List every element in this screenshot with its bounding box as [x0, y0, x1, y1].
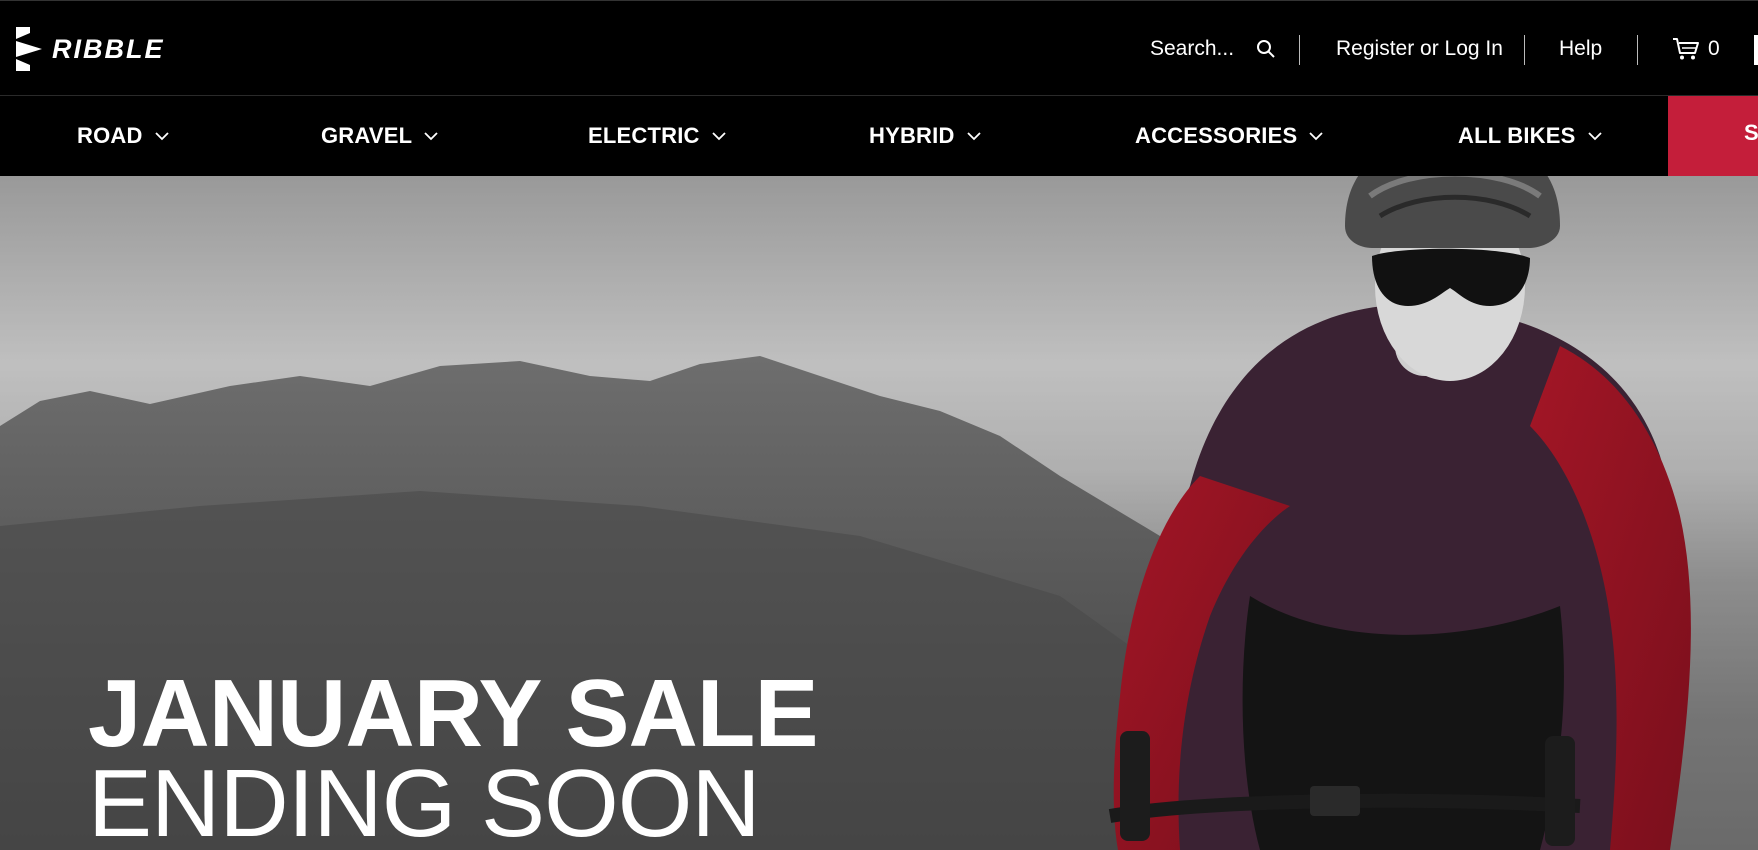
nav-item-label: HYBRID — [869, 123, 955, 148]
divider — [1299, 35, 1300, 65]
ribble-logo-icon — [16, 27, 42, 71]
nav-item-road[interactable]: ROAD — [77, 96, 169, 176]
nav-item-label: ALL BIKES — [1458, 123, 1576, 148]
nav-item-sale[interactable]: S — [1668, 96, 1758, 176]
hero-subtitle: ENDING SOON — [88, 750, 761, 850]
hero-banner[interactable]: JANUARY SALE ENDING SOON — [0, 176, 1758, 850]
nav-item-label: S — [1744, 120, 1758, 145]
nav-item-label: ELECTRIC — [588, 123, 700, 148]
chevron-down-icon — [154, 132, 169, 141]
cart-count: 0 — [1708, 37, 1720, 60]
cart-button[interactable]: 0 — [1672, 1, 1720, 97]
register-login-link[interactable]: Register or Log In — [1336, 1, 1503, 97]
search-trigger[interactable]: Search... — [1150, 1, 1276, 97]
brand-wordmark: RIBBLE — [52, 33, 165, 64]
logo-link[interactable]: RIBBLE — [14, 25, 165, 73]
cart-icon — [1673, 38, 1699, 60]
chevron-down-icon — [711, 132, 726, 141]
chevron-down-icon — [424, 132, 438, 141]
search-placeholder: Search... — [1150, 37, 1235, 60]
nav-item-gravel[interactable]: GRAVEL — [321, 96, 438, 176]
search-icon — [1257, 40, 1275, 58]
hero-title: JANUARY SALE — [88, 660, 818, 767]
nav-item-all-bikes[interactable]: ALL BIKES — [1458, 96, 1602, 176]
nav-item-label: GRAVEL — [321, 123, 413, 148]
nav-item-label: ROAD — [77, 123, 143, 148]
chevron-down-icon — [966, 132, 981, 141]
nav-item-accessories[interactable]: ACCESSORIES — [1135, 96, 1323, 176]
nav-item-hybrid[interactable]: HYBRID — [869, 96, 981, 176]
top-bar: RIBBLE Search... Register or Log In Help… — [0, 0, 1758, 96]
nav-item-label: ACCESSORIES — [1135, 123, 1298, 148]
chevron-down-icon — [1587, 132, 1602, 141]
divider — [1524, 35, 1525, 65]
divider — [1754, 35, 1758, 65]
help-link[interactable]: Help — [1559, 1, 1602, 97]
chevron-down-icon — [1309, 132, 1323, 141]
divider — [1637, 35, 1638, 65]
main-nav: ROAD GRAVEL ELECTRIC HYBRID ACCESSORIES … — [0, 96, 1758, 176]
nav-item-electric[interactable]: ELECTRIC — [588, 96, 726, 176]
